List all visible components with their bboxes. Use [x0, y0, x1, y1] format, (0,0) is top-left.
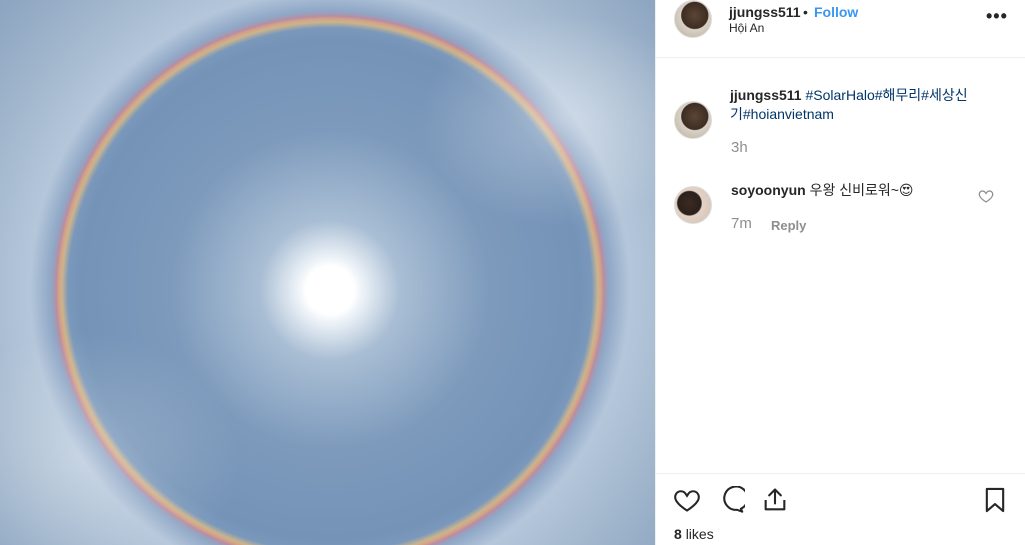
comment-timestamp[interactable]: 7m [731, 215, 752, 232]
heart-outline-icon[interactable] [673, 486, 701, 514]
caption-username[interactable]: jjungss511 [730, 87, 802, 103]
author-username[interactable]: jjungss511 [729, 4, 801, 20]
caption-avatar[interactable] [674, 101, 712, 139]
follow-button[interactable]: Follow [814, 4, 858, 20]
bookmark-icon[interactable] [981, 486, 1009, 514]
comment-bubble-icon[interactable] [717, 486, 745, 514]
caption-hashtags-line2[interactable]: 기#hoianvietnam [730, 106, 834, 122]
post-location[interactable]: Hội An [729, 21, 764, 35]
author-avatar[interactable] [674, 0, 712, 38]
commenter-avatar[interactable] [674, 186, 712, 224]
photo-haze [0, 0, 655, 545]
caption-hashtags-line1[interactable]: #SolarHalo#해무리#세상신 [805, 87, 967, 103]
small-heart-icon[interactable] [978, 188, 994, 204]
reply-button[interactable]: Reply [771, 218, 806, 233]
more-options-icon[interactable]: ••• [986, 6, 1008, 27]
caption-timestamp[interactable]: 3h [731, 139, 748, 156]
likes-label: likes [685, 526, 714, 542]
comment-body: 우왕 신비로워~😍 [809, 182, 914, 198]
post-actions-bar: 8 likes [656, 473, 1025, 545]
caption-text: jjungss511 #SolarHalo#해무리#세상신 기#hoianvie… [730, 86, 1002, 124]
post-side-panel: jjungss511 • Follow Hội An ••• jjungss51… [655, 0, 1025, 545]
separator-dot: • [803, 4, 808, 20]
likes-count[interactable]: 8 likes [674, 526, 714, 542]
commenter-username[interactable]: soyoonyun [731, 182, 806, 198]
comment-text: soyoonyun 우왕 신비로워~😍 [731, 180, 914, 200]
share-upload-icon[interactable] [761, 486, 789, 514]
post-header: jjungss511 • Follow Hội An ••• [656, 0, 1025, 58]
post-photo[interactable] [0, 0, 655, 545]
likes-number: 8 [674, 526, 682, 542]
